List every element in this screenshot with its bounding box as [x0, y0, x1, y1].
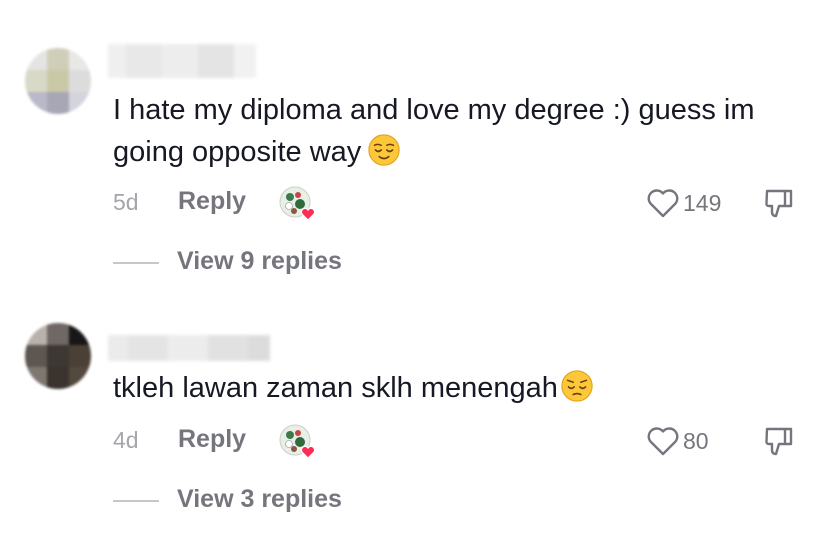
- heart-outline-icon: [647, 189, 679, 218]
- pensive-face-icon: [561, 370, 593, 402]
- view-replies-row: View 3 replies: [0, 485, 828, 517]
- creator-liked-icon: [279, 424, 316, 459]
- divider-line: [113, 500, 159, 502]
- relieved-face-icon: [368, 134, 400, 166]
- dislike-icon[interactable]: [762, 186, 796, 220]
- comment-text: tkleh lawan zaman sklh menengah: [113, 367, 793, 409]
- divider-line: [113, 262, 159, 264]
- comment-text-content: tkleh lawan zaman sklh menengah: [113, 372, 558, 404]
- reply-button[interactable]: Reply: [178, 425, 246, 454]
- comment-timestamp: 4d: [113, 427, 139, 453]
- like-button[interactable]: 149: [646, 185, 721, 221]
- view-replies-button[interactable]: View 9 replies: [177, 247, 342, 276]
- comment-meta: 4d Reply 80: [0, 423, 828, 459]
- comment-meta: 5d Reply 149: [0, 185, 828, 221]
- view-replies-button[interactable]: View 3 replies: [177, 485, 342, 514]
- like-button[interactable]: 80: [646, 423, 709, 459]
- dislike-icon[interactable]: [762, 424, 796, 458]
- comment-text-content: I hate my diploma and love my degree :) …: [113, 94, 755, 168]
- comment-timestamp: 5d: [113, 189, 139, 215]
- heart-outline-icon: [647, 427, 679, 456]
- reply-button[interactable]: Reply: [178, 187, 246, 216]
- view-replies-row: View 9 replies: [0, 247, 828, 279]
- avatar[interactable]: [25, 48, 91, 114]
- comment-text: I hate my diploma and love my degree :) …: [113, 89, 793, 173]
- avatar[interactable]: [25, 323, 91, 389]
- like-count: 149: [683, 189, 722, 216]
- username-blurred[interactable]: [108, 44, 256, 78]
- creator-liked-icon: [279, 186, 316, 221]
- like-count: 80: [683, 427, 709, 454]
- username-blurred[interactable]: [108, 335, 270, 361]
